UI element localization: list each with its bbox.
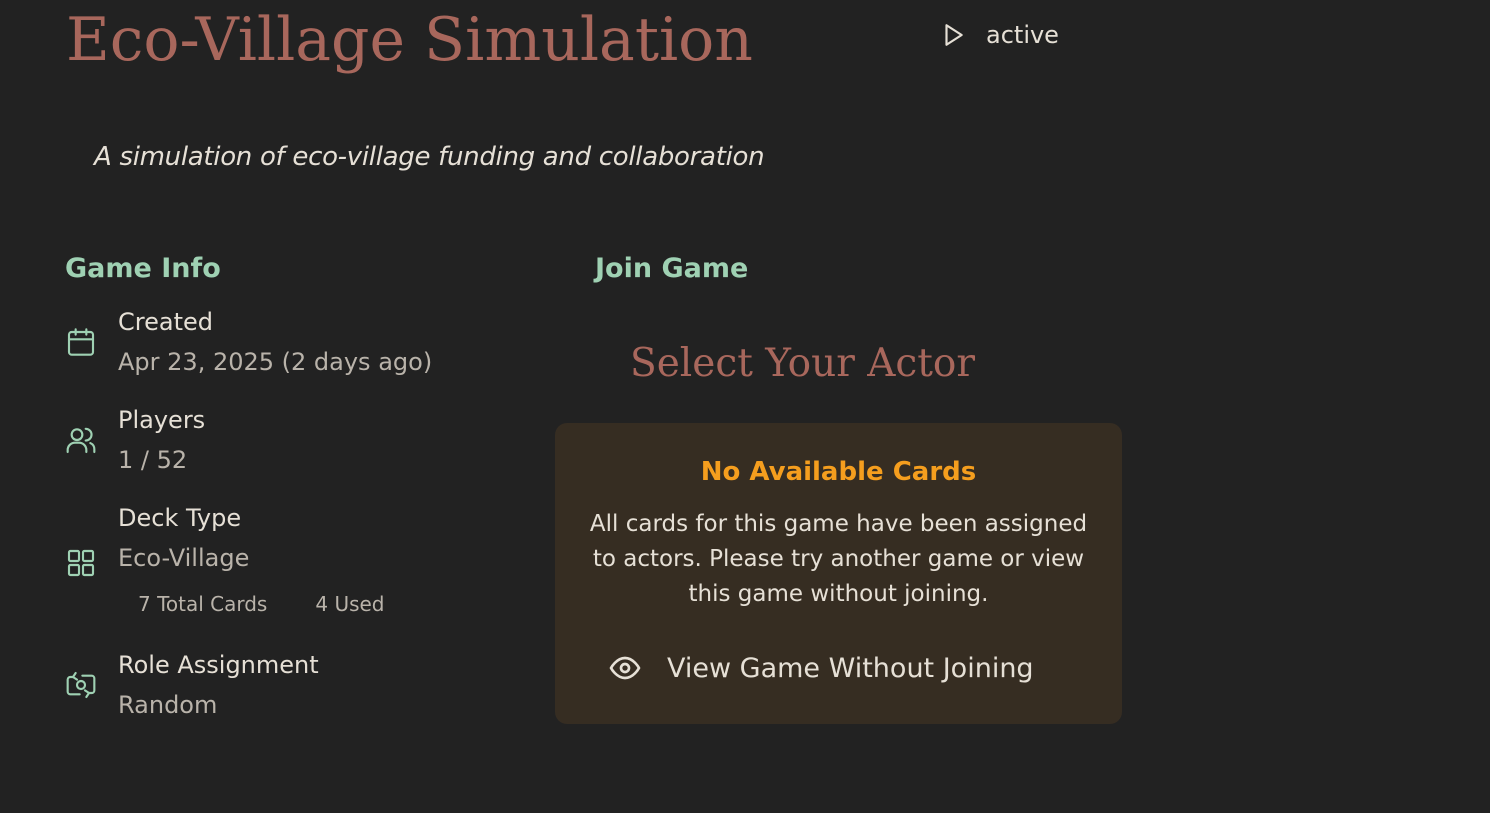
page-title: Eco-Village Simulation	[66, 5, 753, 75]
select-actor-heading: Select Your Actor	[630, 341, 976, 386]
deck-stats: 7 Total Cards 4 Used	[138, 590, 385, 618]
status-text: active	[986, 21, 1059, 49]
role-assignment-label: Role Assignment	[118, 651, 319, 679]
no-cards-title: No Available Cards	[700, 457, 977, 487]
created-label: Created	[118, 308, 213, 336]
deck-type-value: Eco-Village	[118, 544, 250, 572]
deck-type-label: Deck Type	[118, 504, 242, 532]
game-info-heading: Game Info	[65, 253, 221, 284]
page-subtitle: A simulation of eco-village funding and …	[94, 142, 765, 172]
play-icon	[940, 22, 966, 48]
no-cards-panel: No Available Cards All cards for this ga…	[555, 423, 1122, 724]
used-cards-badge: 4 Used	[315, 592, 385, 616]
users-icon	[65, 424, 97, 456]
join-game-heading: Join Game	[595, 253, 749, 284]
players-value: 1 / 52	[118, 446, 188, 474]
calendar-icon	[65, 326, 97, 358]
view-game-button[interactable]: View Game Without Joining	[609, 649, 1034, 687]
view-game-button-label: View Game Without Joining	[667, 652, 1034, 684]
game-status: active	[940, 16, 1059, 54]
grid-icon	[65, 547, 97, 579]
no-cards-message: All cards for this game have been assign…	[589, 511, 1088, 607]
shuffle-camera-icon	[65, 669, 97, 701]
created-value: Apr 23, 2025 (2 days ago)	[118, 348, 433, 376]
players-label: Players	[118, 406, 206, 434]
role-assignment-value: Random	[118, 691, 218, 719]
eye-icon	[609, 652, 641, 684]
total-cards-badge: 7 Total Cards	[138, 592, 268, 616]
